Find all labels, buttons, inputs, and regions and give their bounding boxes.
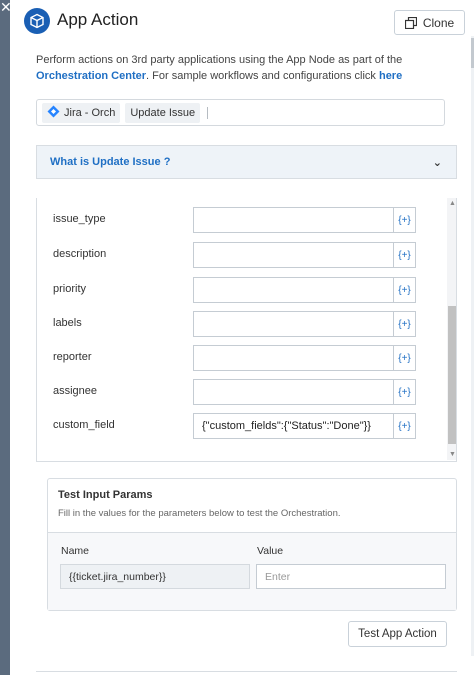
field-row-assignee: assignee {+} xyxy=(37,379,447,405)
field-label: custom_field xyxy=(53,419,115,431)
issue-type-input[interactable] xyxy=(193,207,394,233)
assignee-input[interactable] xyxy=(193,379,394,405)
copy-icon xyxy=(404,16,417,29)
close-icon[interactable]: ✕ xyxy=(0,0,12,16)
chevron-down-icon[interactable]: ⌄ xyxy=(433,156,442,169)
left-backdrop-strip: ✕ xyxy=(0,0,12,675)
insert-variable-button[interactable]: {+} xyxy=(394,379,416,405)
app-chip[interactable]: Jira - Orch xyxy=(42,102,121,123)
insert-variable-button[interactable]: {+} xyxy=(394,345,416,371)
page-title: App Action xyxy=(57,10,139,29)
bottom-divider xyxy=(36,671,457,675)
insert-variable-button[interactable]: {+} xyxy=(394,311,416,337)
test-params-header: Test Input Params Fill in the values for… xyxy=(48,479,456,533)
text-cursor xyxy=(207,106,209,119)
clone-button[interactable]: Clone xyxy=(394,10,465,35)
action-chip-label: Update Issue xyxy=(130,106,196,119)
test-input-params-card: Test Input Params Fill in the values for… xyxy=(47,478,457,611)
panel-header: App Action Clone xyxy=(10,0,474,46)
app-action-panel: App Action Clone Perform actions on 3rd … xyxy=(10,0,474,675)
parameter-fields: issue_type {+} description {+} priority … xyxy=(36,198,457,462)
test-params-subtitle: Fill in the values for the parameters be… xyxy=(58,508,341,519)
field-row-labels: labels {+} xyxy=(37,311,447,337)
field-row-custom-field: custom_field {"custom_fields":{"Status":… xyxy=(37,413,447,439)
field-label: reporter xyxy=(53,351,92,363)
intro-description: Perform actions on 3rd party application… xyxy=(36,54,403,82)
scroll-up-arrow-icon[interactable]: ▲ xyxy=(449,200,456,207)
what-is-accordion[interactable]: What is Update Issue ? ⌄ xyxy=(36,145,457,179)
test-app-action-button[interactable]: Test App Action xyxy=(348,621,447,647)
orchestration-center-link[interactable]: Orchestration Center xyxy=(36,70,146,82)
reporter-input[interactable] xyxy=(193,345,394,371)
app-chip-label: Jira - Orch xyxy=(64,106,116,119)
param-value-input[interactable] xyxy=(256,564,446,589)
param-name-field: {{ticket.jira_number}} xyxy=(60,564,250,589)
priority-input[interactable] xyxy=(193,277,394,303)
field-label: priority xyxy=(53,283,87,295)
custom-field-input[interactable]: {"custom_fields":{"Status":"Done"}} xyxy=(193,413,394,439)
scroll-down-arrow-icon[interactable]: ▼ xyxy=(449,451,456,458)
fields-scrollbar[interactable]: ▲ ▼ xyxy=(447,198,456,460)
field-row-reporter: reporter {+} xyxy=(37,345,447,371)
field-row-description: description {+} xyxy=(37,242,447,268)
value-column-header: Value xyxy=(257,545,284,557)
app-node-icon xyxy=(24,8,50,34)
field-label: issue_type xyxy=(53,213,106,225)
field-label: assignee xyxy=(53,385,98,397)
insert-variable-button[interactable]: {+} xyxy=(394,242,416,268)
field-row-issue-type: issue_type {+} xyxy=(37,207,447,233)
app-selector[interactable]: Jira - Orch Update Issue xyxy=(36,99,445,126)
insert-variable-button[interactable]: {+} xyxy=(394,277,416,303)
insert-variable-button[interactable]: {+} xyxy=(394,207,416,233)
action-chip[interactable]: Update Issue xyxy=(125,102,201,123)
accordion-title: What is Update Issue ? xyxy=(50,156,171,168)
jira-icon xyxy=(47,105,60,121)
here-link[interactable]: here xyxy=(379,70,402,82)
labels-input[interactable] xyxy=(193,311,394,337)
field-label: description xyxy=(53,248,107,260)
test-params-title: Test Input Params xyxy=(58,489,153,501)
test-params-body: Name Value {{ticket.jira_number}} xyxy=(48,533,456,610)
insert-variable-button[interactable]: {+} xyxy=(394,413,416,439)
clone-label: Clone xyxy=(422,15,455,30)
field-row-priority: priority {+} xyxy=(37,277,447,303)
field-label: labels xyxy=(53,317,82,329)
fields-scrollbar-thumb[interactable] xyxy=(448,306,456,444)
description-input[interactable] xyxy=(193,242,394,268)
name-column-header: Name xyxy=(61,545,90,557)
